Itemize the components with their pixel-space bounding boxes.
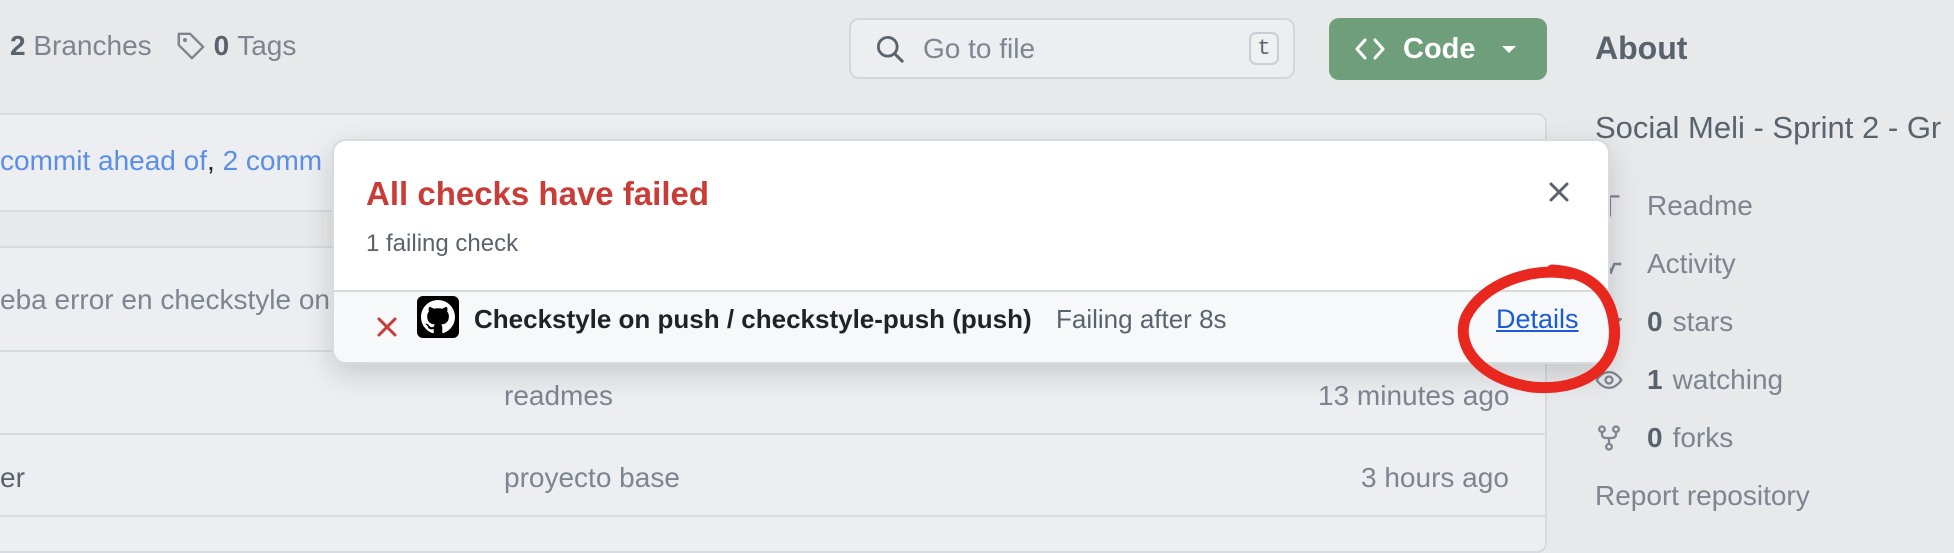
table-divider (0, 433, 1547, 435)
tags-label: Tags (237, 30, 297, 61)
check-name: Checkstyle on push / checkstyle-push (pu… (474, 304, 1032, 334)
go-to-file-search[interactable]: t (849, 18, 1295, 79)
branches-label: Branches (33, 30, 152, 61)
checks-subtitle: 1 failing check (366, 230, 519, 257)
branch-comparison: commit ahead of, 2 comm (0, 145, 322, 177)
code-button-label: Code (1403, 32, 1476, 65)
go-to-file-input[interactable] (921, 31, 1225, 66)
report-repository-link[interactable]: Report repository (1595, 480, 1810, 512)
file-commit-message[interactable]: proyecto base (504, 462, 680, 494)
close-icon[interactable] (1544, 177, 1574, 207)
file-name[interactable]: er (0, 462, 25, 494)
watching-count: 1 (1647, 364, 1663, 395)
sidebar-forks-link[interactable]: 0 forks (1595, 422, 1733, 454)
caret-down-icon (1500, 43, 1518, 55)
table-divider (0, 515, 1547, 517)
branches-count: 2 (10, 30, 26, 61)
sidebar-readme-link[interactable]: Readme (1595, 190, 1753, 222)
repo-description: Social Meli - Sprint 2 - Gr (1595, 110, 1942, 145)
watching-label: watching (1672, 364, 1784, 395)
forks-count: 0 (1647, 422, 1663, 453)
about-heading: About (1595, 30, 1688, 66)
readme-label: Readme (1647, 190, 1753, 221)
file-commit-time: 3 hours ago (1361, 462, 1509, 493)
commit-ahead-link[interactable]: commit ahead of (0, 145, 207, 176)
tag-icon (176, 31, 206, 61)
stars-count: 0 (1647, 306, 1663, 337)
latest-commit-message[interactable]: eba error en checkstyle on (0, 284, 330, 316)
commits-behind-link[interactable]: 2 comm (223, 145, 323, 176)
code-button[interactable]: Code (1329, 18, 1547, 80)
forks-label: forks (1672, 422, 1734, 453)
branch-tag-counts: 2 Branches 0 Tags (10, 30, 296, 62)
branches-link[interactable]: 2 Branches (10, 30, 152, 62)
stars-label: stars (1672, 306, 1734, 337)
search-icon (875, 34, 905, 64)
checks-status-popover: All checks have failed 1 failing check C… (332, 139, 1610, 364)
file-commit-message[interactable]: readmes (504, 380, 613, 412)
comparison-separator: , (207, 145, 215, 176)
fail-x-icon (374, 314, 400, 345)
annotation-circle (1452, 262, 1627, 407)
check-status: Failing after 8s (1056, 304, 1227, 334)
fork-icon (1595, 424, 1635, 452)
activity-label: Activity (1647, 248, 1736, 279)
tags-count: 0 (213, 30, 230, 61)
github-logo-icon (417, 296, 459, 338)
shortcut-key-hint: t (1249, 32, 1279, 65)
tags-link[interactable]: 0 Tags (176, 30, 297, 62)
checks-title: All checks have failed (366, 175, 710, 212)
code-icon (1355, 36, 1385, 62)
